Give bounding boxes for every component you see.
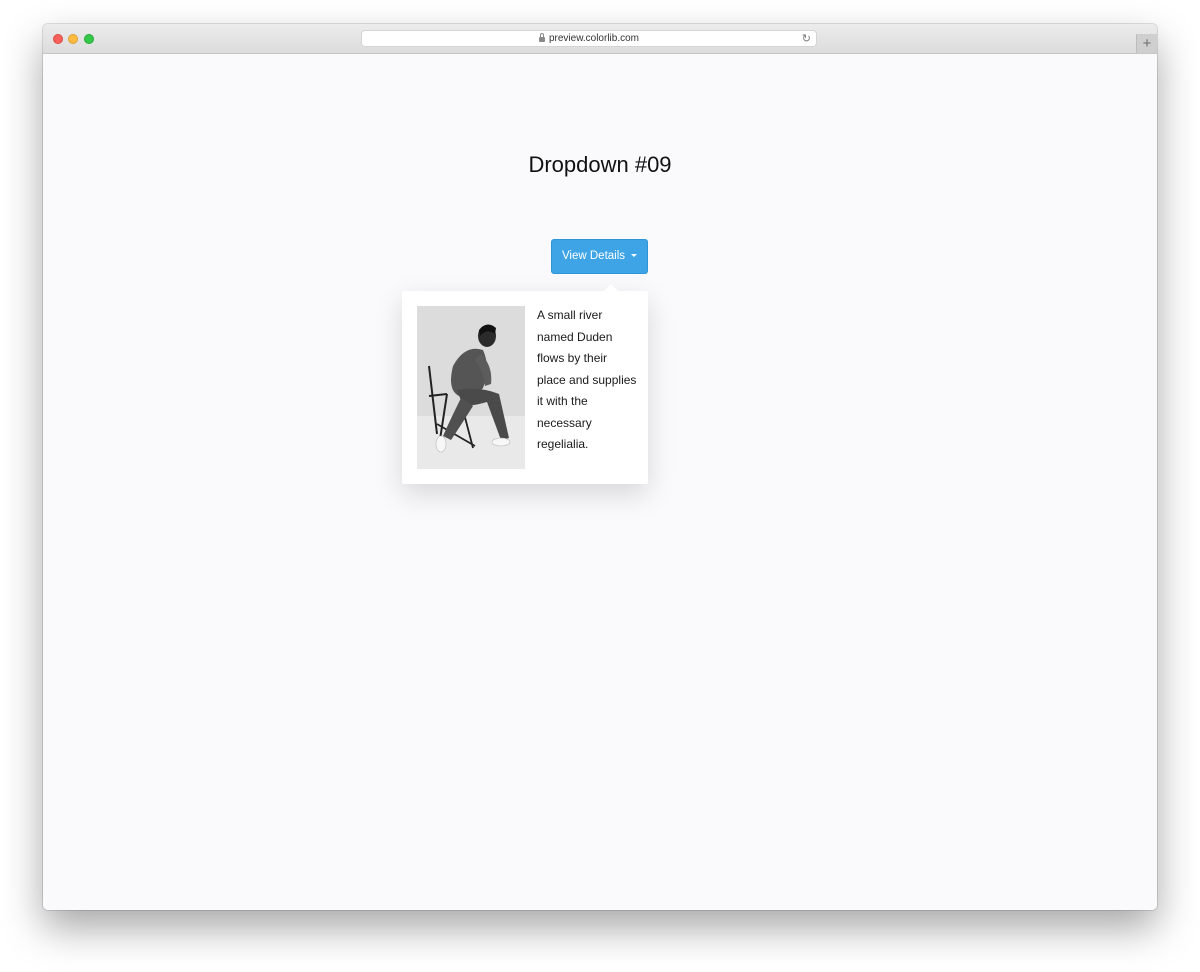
close-window-button[interactable] bbox=[53, 34, 63, 44]
address-bar[interactable]: preview.colorlib.com ↻ bbox=[361, 30, 817, 47]
minimize-window-button[interactable] bbox=[68, 34, 78, 44]
new-tab-button[interactable]: + bbox=[1136, 34, 1157, 53]
dropdown-description: A small river named Duden flows by their… bbox=[537, 308, 637, 451]
maximize-window-button[interactable] bbox=[84, 34, 94, 44]
dropdown-pointer bbox=[604, 284, 618, 291]
browser-window: preview.colorlib.com ↻ + Dropdown #09 Vi… bbox=[43, 24, 1157, 910]
lock-icon bbox=[538, 33, 545, 42]
caret-down-icon bbox=[631, 254, 638, 257]
page-title: Dropdown #09 bbox=[528, 152, 672, 177]
page-content: Dropdown #09 View Details A small river … bbox=[43, 54, 1157, 910]
person-photo bbox=[417, 306, 525, 469]
plus-icon: + bbox=[1142, 35, 1152, 52]
dropdown-menu: A small river named Duden flows by their… bbox=[402, 284, 648, 484]
browser-toolbar: preview.colorlib.com ↻ + bbox=[43, 24, 1157, 54]
view-details-label: View Details bbox=[561, 250, 626, 262]
url-text: preview.colorlib.com bbox=[548, 33, 640, 44]
reload-icon[interactable]: ↻ bbox=[802, 32, 811, 46]
view-details-button[interactable]: View Details bbox=[551, 239, 648, 274]
